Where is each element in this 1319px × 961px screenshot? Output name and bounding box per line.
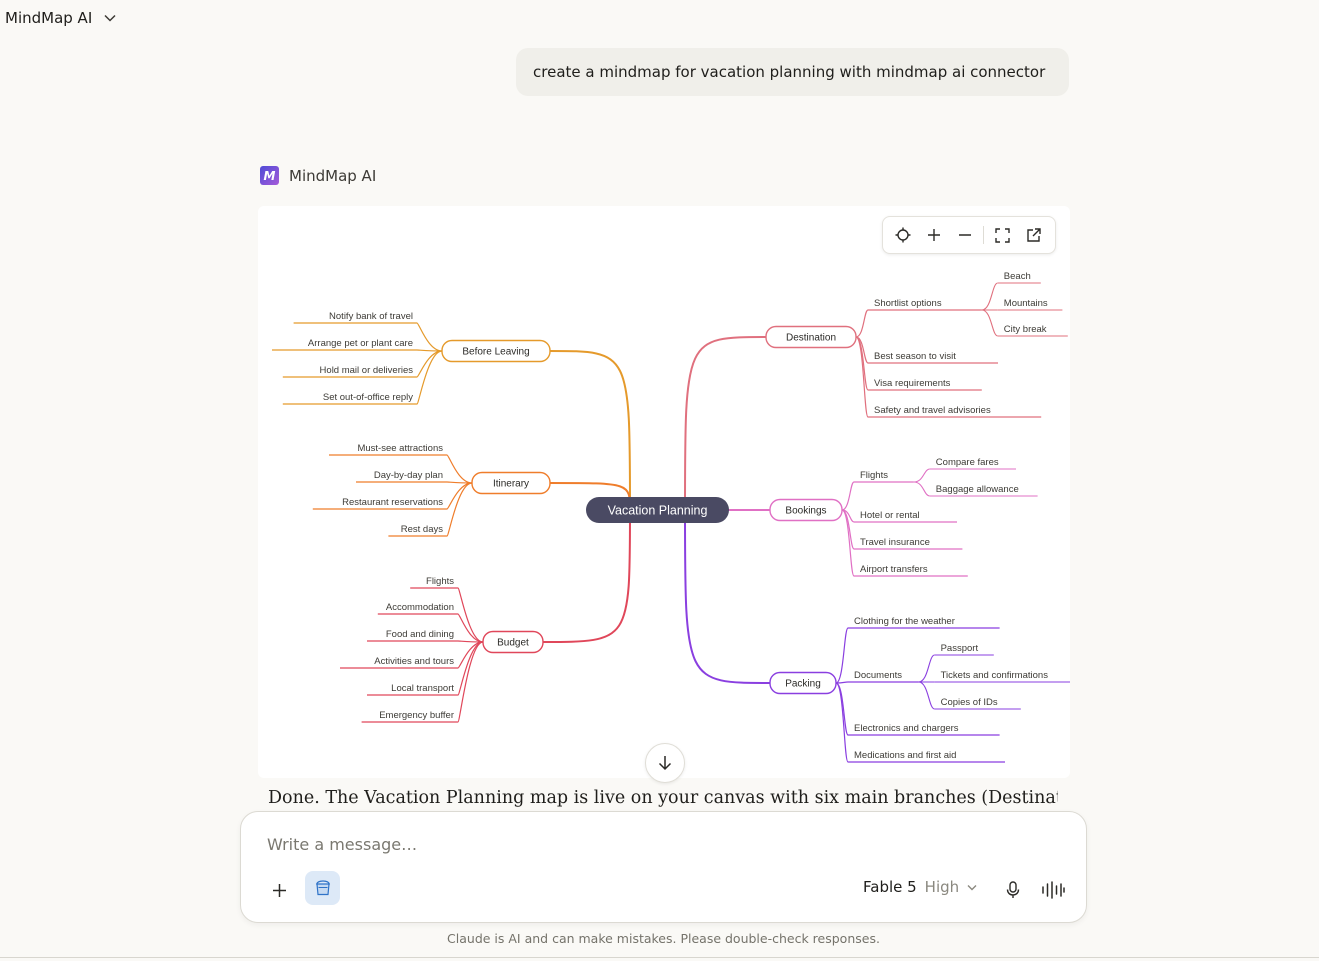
branch-node-label: Itinerary <box>493 479 529 490</box>
open-external-button[interactable] <box>1018 220 1049 250</box>
microphone-icon <box>1006 881 1020 898</box>
mindmap-leaf: Notify bank of travel <box>329 311 413 322</box>
mindmap-leaf: Documents <box>854 670 902 681</box>
mindmap-leaf: Copies of IDs <box>941 697 998 708</box>
app-title-menu[interactable]: MindMap AI <box>5 9 116 27</box>
mindmap-leaf: Activities and tours <box>374 656 454 667</box>
app-title: MindMap AI <box>5 9 93 27</box>
mindmap-leaf: Restaurant reservations <box>342 497 443 508</box>
voice-mode-button[interactable] <box>1037 874 1069 906</box>
disclaimer-text: Claude is AI and can make mistakes. Plea… <box>447 931 880 946</box>
child-connector <box>446 454 473 484</box>
branch-node-label: Before Leaving <box>462 347 529 358</box>
mindmap-leaf: Compare fares <box>936 457 999 468</box>
fullscreen-button[interactable] <box>987 220 1018 250</box>
model-selector[interactable]: Fable 5 High <box>863 878 977 896</box>
branch-connector <box>684 336 767 511</box>
branch-node-label: Destination <box>786 333 836 344</box>
branch-connector <box>542 509 631 643</box>
mindmap-leaf: Baggage allowance <box>936 484 1019 495</box>
model-name: Fable 5 <box>863 878 917 896</box>
mindmap-leaf: Hold mail or deliveries <box>320 365 414 376</box>
mindmap-leaf: Passport <box>941 643 979 654</box>
chevron-down-icon <box>104 14 116 22</box>
mindmap-leaf: Emergency buffer <box>379 710 454 721</box>
tool-name: MindMap AI <box>289 166 377 185</box>
map-toolbar <box>882 216 1056 254</box>
mindmap-leaf: Safety and travel advisories <box>874 405 991 416</box>
branch-node-label: Packing <box>785 679 821 690</box>
mindmap-leaf: Clothing for the weather <box>854 616 955 627</box>
mindmap-leaf: Flights <box>426 576 454 587</box>
mindmap-leaf: Set out-of-office reply <box>323 392 413 403</box>
subchild-connector <box>981 282 999 311</box>
toolbar-divider <box>983 226 984 244</box>
voice-waveform-icon <box>1042 881 1065 899</box>
assistant-response-text: Done. The Vacation Planning map is live … <box>268 788 1058 808</box>
branch-node-label: Bookings <box>785 506 826 517</box>
user-message-text: create a mindmap for vacation planning w… <box>533 63 1046 81</box>
mindmap-leaf: Best season to visit <box>874 351 956 362</box>
child-connector <box>416 322 443 352</box>
open-external-icon <box>1027 227 1041 242</box>
mindmap-canvas[interactable]: Notify bank of travel Arrange pet or plan… <box>258 206 1070 778</box>
branch-connector <box>684 509 771 684</box>
zoom-out-icon <box>958 234 971 236</box>
zoom-out-button[interactable] <box>949 220 980 250</box>
child-connector <box>446 482 473 537</box>
mindmap-leaf: Visa requirements <box>874 378 951 389</box>
mindmap-leaf: Electronics and chargers <box>854 723 959 734</box>
child-connector <box>835 627 849 684</box>
subchild-connector <box>913 468 930 483</box>
mindmap-leaf: Tickets and confirmations <box>941 670 1049 681</box>
bottom-divider <box>0 957 1319 958</box>
mindmap-leaf: Day-by-day plan <box>374 470 443 481</box>
subchild-connector <box>981 309 999 337</box>
message-composer: Fable 5 High <box>240 811 1087 923</box>
add-attachment-button[interactable] <box>263 874 295 906</box>
mindmap-leaf: Medications and first aid <box>854 750 956 761</box>
fullscreen-icon <box>995 227 1010 243</box>
zoom-in-icon <box>927 229 940 241</box>
mindmap-logo-icon: M <box>260 166 279 185</box>
subchild-connector <box>918 654 935 683</box>
subchild-connector <box>913 481 930 497</box>
mindmap-leaf: Airport transfers <box>860 564 928 575</box>
mindmap-leaf: Shortlist options <box>874 298 942 309</box>
mindmap-leaf: Beach <box>1004 271 1031 282</box>
chevron-down-icon <box>967 884 977 890</box>
branch-node-label: Budget <box>497 638 529 649</box>
microphone-button[interactable] <box>997 874 1029 906</box>
child-connector <box>841 481 855 511</box>
child-connector <box>855 309 869 338</box>
tool-header: M MindMap AI <box>260 166 376 185</box>
child-connector <box>416 350 443 405</box>
mindmap-leaf: Must-see attractions <box>357 443 443 454</box>
mindmap-leaf: Mountains <box>1004 298 1048 309</box>
mindmap-leaf: Food and dining <box>386 629 454 640</box>
mindmap-leaf: Rest days <box>401 524 443 535</box>
connector-box-icon <box>315 880 330 896</box>
mindmap-leaf: Arrange pet or plant care <box>308 338 413 349</box>
mindmap-leaf: Accommodation <box>386 602 454 613</box>
connector-tool-button[interactable] <box>305 871 340 905</box>
scroll-down-button[interactable] <box>645 743 685 783</box>
subchild-connector <box>918 681 935 710</box>
mindmap-leaf: Flights <box>860 470 888 481</box>
mindmap-leaf: City break <box>1004 324 1047 335</box>
zoom-in-button[interactable] <box>918 220 949 250</box>
mindmap-leaf: Travel insurance <box>860 537 930 548</box>
recenter-icon <box>895 227 910 243</box>
root-node-label: Vacation Planning <box>608 504 708 518</box>
mindmap-svg[interactable]: Notify bank of travel Arrange pet or plan… <box>258 206 1070 778</box>
recenter-button[interactable] <box>887 220 918 250</box>
arrow-down-icon <box>658 756 672 771</box>
plus-icon <box>272 883 286 897</box>
message-input[interactable] <box>265 834 1049 855</box>
mindmap-leaf: Local transport <box>391 683 454 694</box>
child-connector <box>457 641 484 696</box>
mindmap-leaf: Hotel or rental <box>860 510 920 521</box>
user-message-bubble: create a mindmap for vacation planning w… <box>516 48 1069 96</box>
model-effort: High <box>924 878 960 896</box>
